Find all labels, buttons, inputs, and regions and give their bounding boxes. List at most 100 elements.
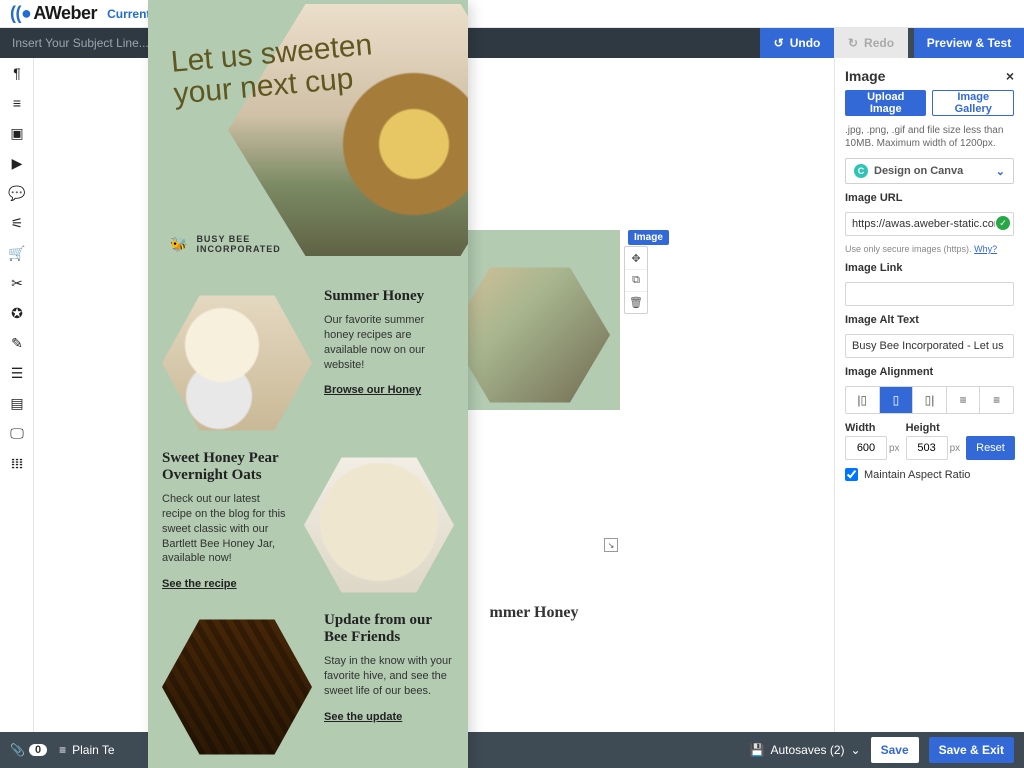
valid-icon: ✓ bbox=[996, 216, 1010, 230]
duplicate-block-icon[interactable]: ⧉ bbox=[625, 269, 647, 291]
secure-hint: Use only secure images (https). Why? bbox=[845, 244, 1014, 254]
tool-cut-icon[interactable]: ✂ bbox=[0, 268, 34, 298]
tool-text-icon[interactable]: ¶ bbox=[0, 58, 34, 88]
tool-list-icon[interactable]: ≡ bbox=[0, 88, 34, 118]
save-exit-button[interactable]: Save & Exit bbox=[929, 737, 1014, 763]
alt-text-label: Image Alt Text bbox=[845, 314, 1014, 326]
align-text-right-icon[interactable]: ≡ bbox=[980, 387, 1013, 413]
tool-rail: ¶ ≡ ▣ ▶ 💬 ⚟ 🛒 ✂ ✪ ✎ ☰ ▤ 🖵 𝍖 bbox=[0, 58, 34, 732]
maintain-aspect-label: Maintain Aspect Ratio bbox=[864, 469, 970, 481]
alignment-group: |▯ ▯ ▯| ≡ ≡ bbox=[845, 386, 1014, 414]
inspector-title: Image bbox=[845, 68, 885, 84]
autosave-dropdown[interactable]: 💾 Autosaves (2) ⌄ bbox=[750, 743, 861, 757]
tool-rows-icon[interactable]: ☰ bbox=[0, 358, 34, 388]
attachment-count: 0 bbox=[29, 744, 47, 756]
section-cta-link[interactable]: See the recipe bbox=[162, 578, 237, 590]
chevron-down-icon: ⌄ bbox=[851, 743, 861, 757]
align-left-icon[interactable]: |▯ bbox=[846, 387, 880, 413]
paperclip-icon: 📎 bbox=[10, 743, 25, 757]
align-right-icon[interactable]: ▯| bbox=[913, 387, 947, 413]
block-tools: ✥ ⧉ 🗑 bbox=[624, 246, 648, 314]
undo-label: Undo bbox=[790, 36, 821, 50]
brand-name: AWeber bbox=[33, 3, 97, 24]
tool-layout-icon[interactable]: ▤ bbox=[0, 388, 34, 418]
image-gallery-button[interactable]: Image Gallery bbox=[932, 90, 1014, 116]
maintain-aspect-checkbox[interactable] bbox=[845, 468, 858, 481]
tool-star-icon[interactable]: ✪ bbox=[0, 298, 34, 328]
tool-rss-icon[interactable]: 𝍖 bbox=[0, 448, 34, 478]
section-summer-honey: Summer Honey Our favorite summer honey r… bbox=[148, 276, 468, 450]
email-preview-overlay: Let us sweeten your next cup 🐝 BUSY BEE … bbox=[148, 0, 468, 768]
align-icon: ≡ bbox=[59, 743, 66, 757]
alt-text-input[interactable] bbox=[845, 334, 1014, 358]
tool-pen-icon[interactable]: ✎ bbox=[0, 328, 34, 358]
filetype-help: .jpg, .png, .gif and file size less than… bbox=[845, 124, 1014, 150]
inspector-panel: Image × Upload Image Image Gallery .jpg,… bbox=[834, 58, 1024, 732]
canvas-hero-image bbox=[450, 260, 610, 410]
attachment-button[interactable]: 📎 0 bbox=[10, 743, 47, 757]
brand-line1: BUSY BEE bbox=[196, 234, 280, 244]
tool-share-icon[interactable]: ⚟ bbox=[0, 208, 34, 238]
width-label: Width bbox=[845, 422, 900, 434]
maintain-aspect-field[interactable]: Maintain Aspect Ratio bbox=[845, 468, 1014, 481]
align-text-left-icon[interactable]: ≡ bbox=[947, 387, 981, 413]
alignment-label: Image Alignment bbox=[845, 366, 1014, 378]
logo-swirl-icon: ((● bbox=[10, 3, 31, 24]
chevron-down-icon: ⌄ bbox=[996, 165, 1005, 178]
tool-video-icon[interactable]: ▶ bbox=[0, 148, 34, 178]
delete-block-icon[interactable]: 🗑 bbox=[625, 291, 647, 313]
tool-image-icon[interactable]: ▣ bbox=[0, 118, 34, 148]
preview-test-button[interactable]: Preview & Test bbox=[914, 28, 1024, 58]
section-cta-link[interactable]: Browse our Honey bbox=[324, 384, 421, 396]
upload-image-button[interactable]: Upload Image bbox=[845, 90, 926, 116]
section-bee-friends: Update from our Bee Friends Stay in the … bbox=[148, 600, 468, 768]
canva-label: Design on Canva bbox=[874, 165, 963, 177]
image-link-input[interactable] bbox=[845, 282, 1014, 306]
plain-text-label: Plain Te bbox=[72, 743, 114, 757]
tool-comment-icon[interactable]: 💬 bbox=[0, 178, 34, 208]
height-unit: px bbox=[950, 443, 961, 454]
section-body: Our favorite summer honey recipes are av… bbox=[324, 313, 454, 372]
undo-button[interactable]: ↺ Undo bbox=[760, 28, 834, 58]
section-body: Stay in the know with your favorite hive… bbox=[324, 654, 454, 699]
redo-label: Redo bbox=[864, 36, 894, 50]
canvas-section-title: mmer Honey bbox=[454, 604, 614, 622]
section-body: Check out our latest recipe on the blog … bbox=[162, 492, 292, 566]
brand-lockup: 🐝 BUSY BEE INCORPORATED bbox=[170, 234, 281, 254]
redo-icon: ↻ bbox=[848, 36, 858, 50]
design-on-canva-button[interactable]: C Design on Canva ⌄ bbox=[845, 158, 1014, 184]
image-link-label: Image Link bbox=[845, 262, 1014, 274]
section-cta-link[interactable]: See the update bbox=[324, 711, 402, 723]
section-oats: Sweet Honey Pear Overnight Oats Check ou… bbox=[148, 438, 468, 612]
brand-logo: ((● AWeber bbox=[10, 3, 97, 24]
section-title: Sweet Honey Pear Overnight Oats bbox=[162, 450, 292, 484]
save-disk-icon: 💾 bbox=[750, 743, 765, 757]
section-title: Summer Honey bbox=[324, 288, 454, 305]
why-link[interactable]: Why? bbox=[974, 244, 997, 254]
width-input[interactable] bbox=[845, 436, 887, 460]
section-image bbox=[162, 612, 312, 762]
move-block-icon[interactable]: ✥ bbox=[625, 247, 647, 269]
plain-text-toggle[interactable]: ≡ Plain Te bbox=[59, 743, 115, 757]
close-icon[interactable]: × bbox=[1006, 68, 1014, 84]
image-url-input[interactable] bbox=[845, 212, 1014, 236]
save-button[interactable]: Save bbox=[871, 737, 919, 763]
canva-icon: C bbox=[854, 164, 868, 178]
section-title: Update from our Bee Friends bbox=[324, 612, 454, 646]
redo-button[interactable]: ↻ Redo bbox=[834, 28, 908, 58]
height-input[interactable] bbox=[906, 436, 948, 460]
block-type-tag: Image bbox=[628, 230, 669, 245]
tool-cart-icon[interactable]: 🛒 bbox=[0, 238, 34, 268]
section-image bbox=[304, 450, 454, 600]
height-label: Height bbox=[906, 422, 961, 434]
resize-handle-icon[interactable]: ↘ bbox=[604, 538, 618, 552]
section-image bbox=[162, 288, 312, 438]
reset-button[interactable]: Reset bbox=[966, 436, 1015, 460]
align-center-icon[interactable]: ▯ bbox=[880, 387, 914, 413]
brand-line2: INCORPORATED bbox=[196, 244, 280, 254]
tool-media-icon[interactable]: 🖵 bbox=[0, 418, 34, 448]
image-url-label: Image URL bbox=[845, 192, 1014, 204]
bee-icon: 🐝 bbox=[170, 236, 188, 253]
autosave-label: Autosaves (2) bbox=[770, 743, 844, 757]
width-unit: px bbox=[889, 443, 900, 454]
